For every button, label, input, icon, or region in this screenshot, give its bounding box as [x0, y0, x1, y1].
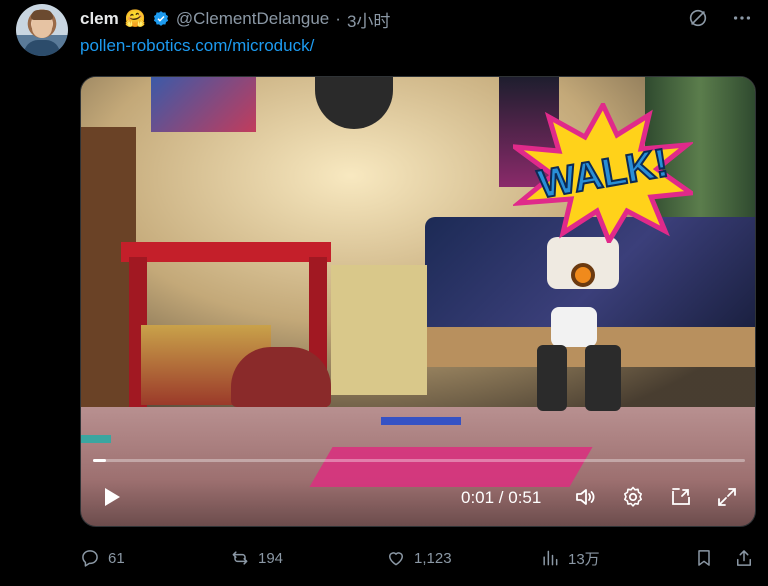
separator-dot: · [335, 9, 341, 28]
robot-leg [585, 345, 621, 411]
video-scene-shoe [231, 347, 331, 407]
robot-eye [571, 263, 595, 287]
author-handle[interactable]: @ClementDelangue [176, 9, 329, 29]
video-progress-fill [93, 459, 107, 462]
video-progress-bar[interactable] [93, 459, 745, 462]
bookmark-button[interactable] [694, 546, 714, 570]
share-icon [737, 550, 751, 566]
reply-button[interactable]: 61 [80, 546, 125, 570]
tweet-time[interactable]: 3小时 [347, 7, 390, 32]
tweet-actions: 61 194 1,123 13万 [80, 546, 760, 570]
heart-icon [389, 552, 403, 566]
tweet-top-actions [686, 6, 754, 30]
like-button[interactable]: 1,123 [386, 546, 452, 570]
repost-button[interactable]: 194 [230, 546, 283, 570]
reply-icon [82, 550, 98, 567]
views-button[interactable]: 13万 [540, 546, 600, 570]
video-timecode: 0:01 / 0:51 [461, 488, 542, 507]
video-scene-table [121, 242, 331, 262]
tweet-link[interactable]: pollen-robotics.com/microduck/ [80, 36, 314, 56]
gear-icon[interactable] [621, 485, 645, 509]
floor-stripe [81, 435, 111, 443]
floor-stripe [381, 417, 461, 425]
grok-icon[interactable] [686, 6, 710, 30]
video-player[interactable]: WALK! 0:01 / 0:51 [80, 76, 756, 527]
walk-burst-graphic: WALK! [513, 103, 693, 243]
more-icon[interactable] [730, 6, 754, 30]
video-controls: 0:01 / 0:51 [81, 475, 755, 523]
pip-icon[interactable] [669, 485, 693, 509]
avatar-shirt [24, 40, 60, 56]
video-scene-shelf [81, 127, 136, 417]
avatar[interactable] [16, 4, 68, 56]
robot-leg [537, 345, 567, 411]
verified-badge-icon [152, 10, 170, 28]
share-button[interactable] [734, 546, 754, 570]
bookmark-icon [698, 550, 710, 566]
repost-icon [232, 551, 248, 565]
robot-body [551, 307, 597, 347]
avatar-hair [31, 10, 53, 20]
repost-count: 194 [258, 549, 284, 567]
video-scene-poster [151, 77, 256, 132]
video-scene-nightstand [331, 265, 427, 395]
tweet-header: clem 🤗 @ClementDelangue · 3小时 [80, 7, 390, 31]
reply-count: 61 [108, 549, 125, 567]
play-icon[interactable] [99, 485, 123, 509]
views-count: 13万 [568, 550, 600, 568]
views-icon [543, 550, 558, 566]
like-count: 1,123 [414, 549, 452, 567]
volume-icon[interactable] [573, 485, 597, 509]
fullscreen-icon[interactable] [715, 485, 739, 509]
author-emoji: 🤗 [124, 9, 146, 28]
author-name[interactable]: clem [80, 9, 119, 29]
